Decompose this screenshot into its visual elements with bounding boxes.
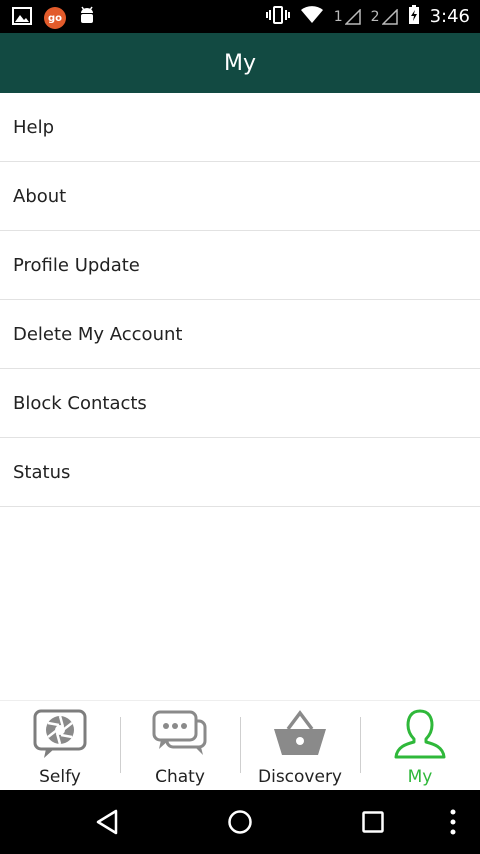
vibrate-icon bbox=[265, 5, 290, 29]
signal-icon bbox=[344, 8, 361, 25]
tab-discovery[interactable]: Discovery bbox=[240, 701, 360, 791]
menu-item-label: About bbox=[13, 185, 67, 207]
home-icon[interactable] bbox=[227, 809, 253, 835]
clock: 3:46 bbox=[429, 6, 470, 27]
menu-item-block-contacts[interactable]: Block Contacts bbox=[0, 369, 480, 438]
wifi-icon bbox=[300, 5, 324, 28]
system-nav-bar bbox=[0, 790, 480, 854]
image-icon bbox=[12, 7, 32, 29]
back-icon[interactable] bbox=[94, 808, 120, 836]
menu-item-help[interactable]: Help bbox=[0, 93, 480, 162]
bottom-tab-bar: Selfy Chaty Discovery My bbox=[0, 700, 480, 791]
battery-icon bbox=[408, 4, 420, 29]
basket-icon bbox=[270, 707, 330, 761]
menu-item-about[interactable]: About bbox=[0, 162, 480, 231]
tab-label: Chaty bbox=[155, 767, 205, 787]
tab-label: My bbox=[407, 767, 433, 787]
menu-item-delete-my-account[interactable]: Delete My Account bbox=[0, 300, 480, 369]
menu-item-label: Help bbox=[13, 116, 55, 138]
person-icon bbox=[390, 707, 450, 761]
menu-item-label: Block Contacts bbox=[13, 392, 147, 414]
menu-item-profile-update[interactable]: Profile Update bbox=[0, 231, 480, 300]
menu-list: Help About Profile Update Delete My Acco… bbox=[0, 93, 480, 507]
chat-bubbles-icon bbox=[150, 707, 210, 761]
sim1-signal: 1 bbox=[334, 8, 361, 25]
status-bar: go 1 2 3:46 bbox=[0, 0, 480, 33]
camera-shutter-icon bbox=[30, 707, 90, 761]
menu-item-label: Delete My Account bbox=[13, 323, 183, 345]
signal-icon bbox=[381, 8, 398, 25]
tab-selfy[interactable]: Selfy bbox=[0, 701, 120, 791]
overflow-menu-icon[interactable] bbox=[448, 808, 458, 836]
go-badge-icon: go bbox=[44, 7, 66, 29]
tab-label: Selfy bbox=[39, 767, 81, 787]
app-header: My bbox=[0, 33, 480, 93]
recents-icon[interactable] bbox=[361, 810, 385, 834]
tab-my[interactable]: My bbox=[360, 701, 480, 791]
menu-item-status[interactable]: Status bbox=[0, 438, 480, 507]
sim2-signal: 2 bbox=[371, 8, 398, 25]
page-title: My bbox=[223, 50, 256, 76]
tab-chaty[interactable]: Chaty bbox=[120, 701, 240, 791]
menu-item-label: Profile Update bbox=[13, 254, 140, 276]
android-icon bbox=[78, 6, 96, 30]
tab-label: Discovery bbox=[258, 767, 342, 787]
menu-item-label: Status bbox=[13, 461, 71, 483]
